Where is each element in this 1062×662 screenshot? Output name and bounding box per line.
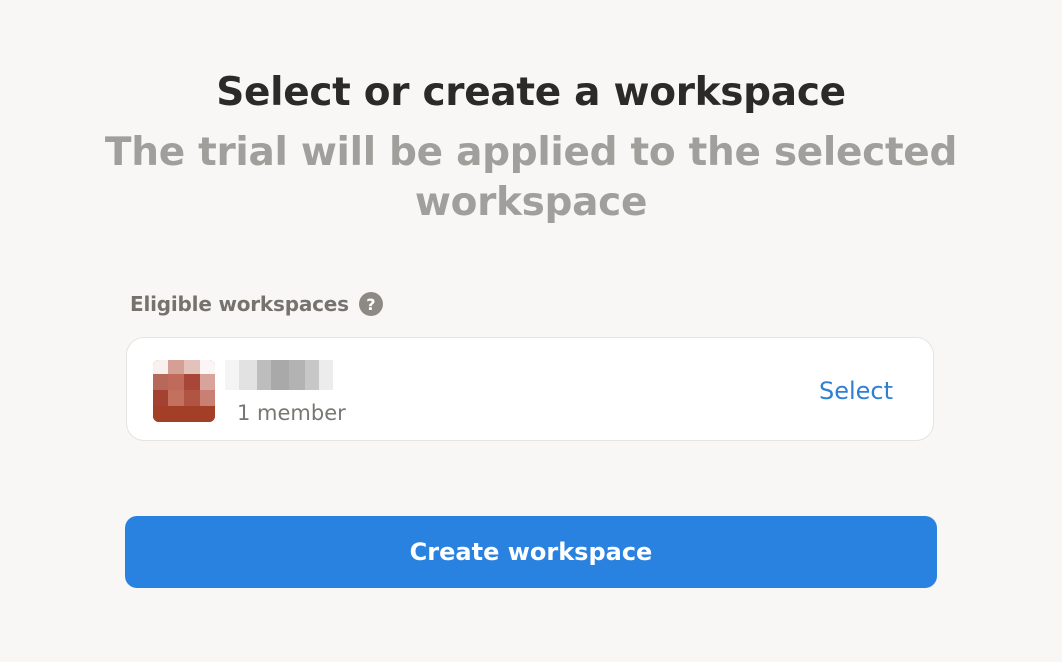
workspace-member-count: 1 member xyxy=(237,401,346,425)
workspace-name-redacted xyxy=(225,360,333,390)
eligible-workspaces-label: Eligible workspaces ? xyxy=(130,290,383,318)
workspace-avatar-icon xyxy=(153,360,215,422)
eligible-workspaces-label-text: Eligible workspaces xyxy=(130,292,349,316)
workspace-card[interactable]: 1 member Select xyxy=(126,337,934,441)
create-workspace-button[interactable]: Create workspace xyxy=(125,516,937,588)
page-title: Select or create a workspace xyxy=(216,70,846,115)
question-circle-icon[interactable]: ? xyxy=(358,292,383,316)
select-workspace-button[interactable]: Select xyxy=(819,375,893,407)
page-subtitle: The trial will be applied to the selecte… xyxy=(104,130,958,225)
workspace-selection-page: Select or create a workspace The trial w… xyxy=(0,0,1062,662)
